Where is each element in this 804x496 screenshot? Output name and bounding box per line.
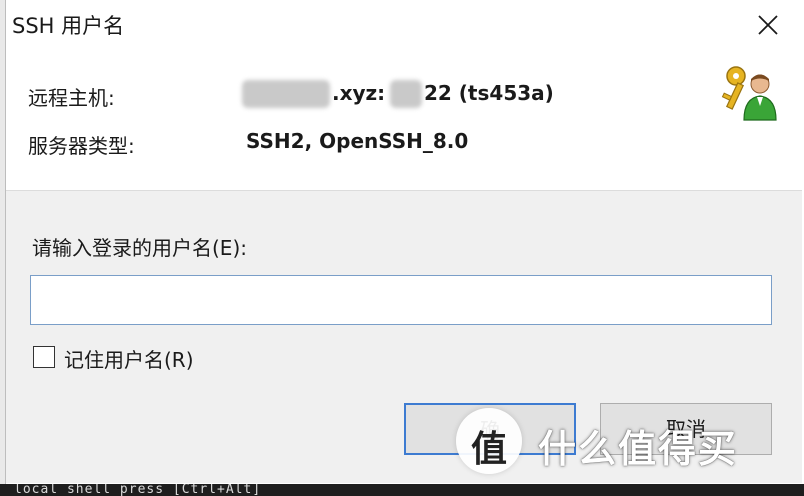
username-prompt-label: 请输入登录的用户名(E): [32,236,247,260]
remote-host-label: 远程主机: [28,86,115,110]
user-with-keys-icon [721,66,777,121]
redacted-hostname [242,80,330,108]
server-type-label: 服务器类型: [28,134,135,158]
redacted-port [390,80,422,108]
remote-host-port: 22 (ts453a) [424,81,554,105]
watermark-logo-icon: 值 [456,408,522,474]
watermark-text: 什么值得买 [538,427,739,471]
remember-username-checkbox[interactable] [33,346,55,368]
remote-host-domain: .xyz: [332,81,386,105]
close-button[interactable] [746,6,790,44]
close-icon [758,15,778,35]
terminal-text: local shell press [Ctrl+Alt] [14,484,262,496]
server-type-value: SSH2, OpenSSH_8.0 [246,129,469,153]
dialog-title: SSH 用户名 [12,14,125,38]
watermark-logo-glyph: 值 [470,429,507,470]
username-input[interactable] [30,275,772,325]
remember-username-label[interactable]: 记住用户名(R) [64,344,194,373]
dialog-titlebar: SSH 用户名 [6,0,802,50]
smzdm-watermark: 值 什么值得买 [456,408,786,478]
connection-info-panel: 远程主机: .xyz: 22 (ts453a) 服务器类型: SSH2, Ope… [6,50,802,191]
background-terminal: local shell press [Ctrl+Alt] [0,484,804,496]
